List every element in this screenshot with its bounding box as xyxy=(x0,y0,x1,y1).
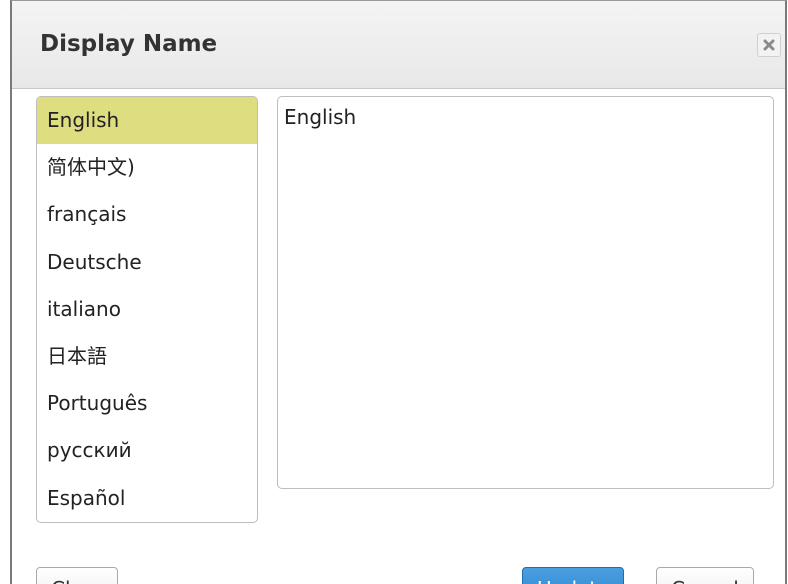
update-button[interactable]: Update xyxy=(522,567,625,584)
language-item-german[interactable]: Deutsche xyxy=(37,239,257,286)
close-button[interactable] xyxy=(757,33,781,57)
language-item-portuguese[interactable]: Português xyxy=(37,380,257,427)
display-name-dialog: Display Name English 简体中文) français Deut… xyxy=(10,0,787,584)
language-list: English 简体中文) français Deutsche italiano… xyxy=(36,96,258,523)
display-name-field[interactable] xyxy=(277,96,774,489)
close-icon xyxy=(763,39,775,51)
language-item-japanese[interactable]: 日本語 xyxy=(37,333,257,380)
language-item-spanish[interactable]: Español xyxy=(37,475,257,522)
dialog-title-bar: Display Name xyxy=(12,1,785,89)
language-item-english[interactable]: English xyxy=(37,97,257,145)
clear-button[interactable]: Clear xyxy=(36,567,119,584)
language-item-italian[interactable]: italiano xyxy=(37,286,257,333)
dialog-title: Display Name xyxy=(40,31,218,57)
language-item-french[interactable]: français xyxy=(37,191,257,238)
language-item-chinese-simplified[interactable]: 简体中文) xyxy=(37,144,257,191)
language-item-russian[interactable]: русский xyxy=(37,427,257,474)
cancel-button[interactable]: Cancel xyxy=(656,567,754,584)
